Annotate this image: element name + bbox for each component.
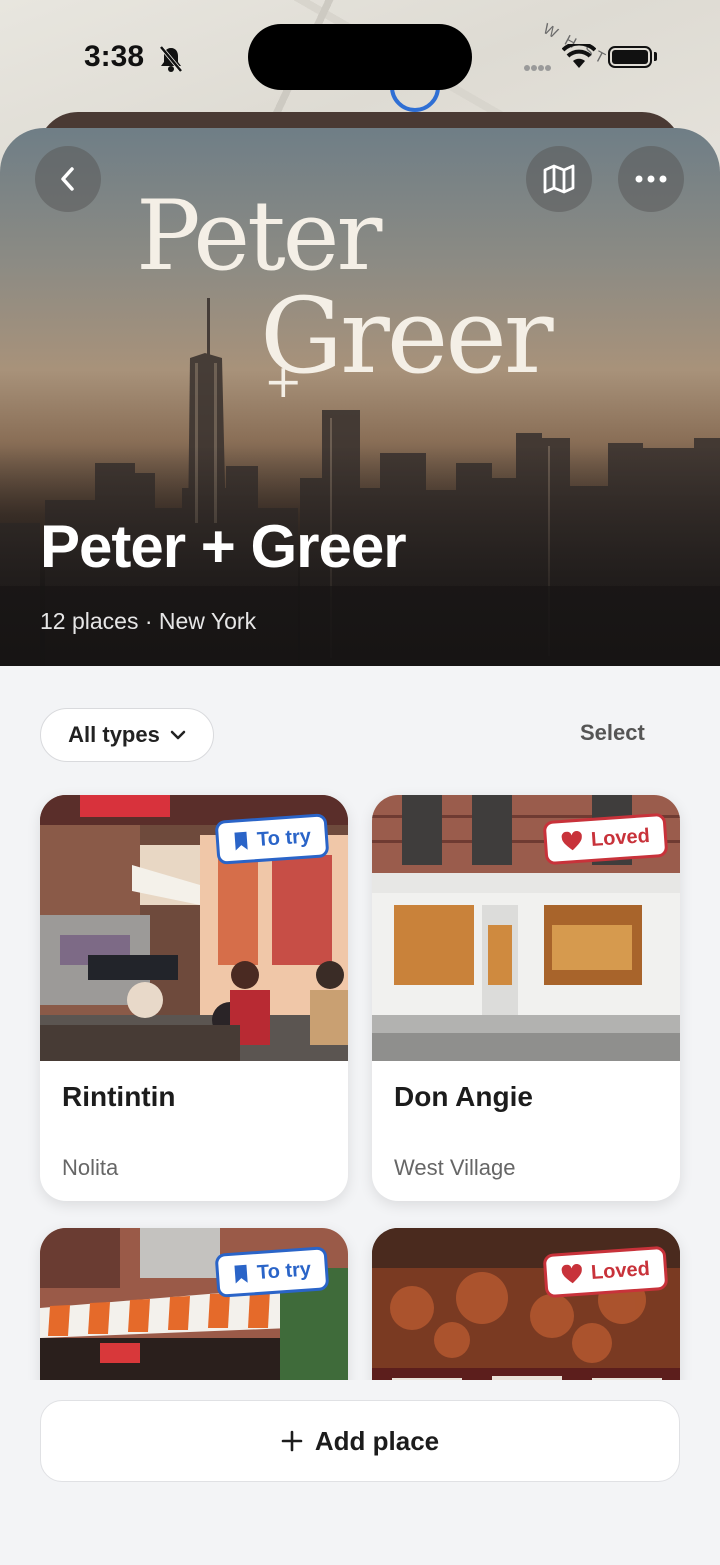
status-badge[interactable]: Loved (542, 812, 669, 866)
map-icon (543, 164, 575, 194)
cellular-signal-icon (524, 65, 551, 71)
place-name: Rintintin (62, 1081, 176, 1112)
bottom-action-bar: Add place (0, 1380, 720, 1565)
place-neighborhood: Nolita (62, 1155, 119, 1180)
cover-script-line1: Peter (136, 180, 382, 292)
status-badge[interactable]: To try (214, 1246, 330, 1298)
select-button[interactable]: Select (580, 720, 645, 746)
filter-label: All types (68, 722, 160, 747)
collection-subtitle: 12 places · New York (40, 608, 257, 634)
heart-icon (561, 830, 582, 851)
silent-bell-icon (159, 45, 183, 73)
battery-icon (608, 46, 652, 68)
map-view-button[interactable] (526, 146, 592, 212)
chevron-down-icon (170, 730, 186, 740)
place-name: Don Angie (394, 1081, 533, 1112)
cover-script-line2: Greer (260, 275, 554, 397)
bookmark-icon (234, 831, 248, 851)
back-button[interactable] (35, 146, 101, 212)
dynamic-island (248, 24, 472, 90)
add-place-label: Add place (314, 1425, 440, 1456)
badge-label: Loved (590, 824, 651, 851)
status-time: 3:38 (84, 40, 145, 73)
status-bar: 3:38 (0, 0, 720, 110)
plus-icon (281, 1430, 303, 1452)
place-card-don-angie[interactable]: Loved Don Angie West Village (372, 795, 680, 1201)
cover-script-title: Peter + Greer (136, 180, 554, 404)
wifi-icon (562, 44, 596, 68)
status-badge[interactable]: Loved (542, 1245, 669, 1299)
badge-label: To try (256, 1257, 312, 1284)
heart-icon (561, 1263, 582, 1284)
place-neighborhood: West Village (394, 1155, 516, 1180)
badge-label: To try (256, 824, 312, 851)
more-icon (635, 175, 667, 183)
place-card-rintintin[interactable]: To try Rintintin Nolita (40, 795, 348, 1201)
collection-hero: Peter + Greer (0, 128, 720, 666)
status-badge[interactable]: To try (214, 813, 330, 865)
more-options-button[interactable] (618, 146, 684, 212)
add-place-button[interactable]: Add place (40, 1400, 680, 1482)
collection-title: Peter + Greer (40, 513, 407, 580)
battery-cap (654, 52, 657, 61)
bookmark-icon (234, 1264, 248, 1284)
badge-label: Loved (590, 1257, 651, 1284)
type-filter-dropdown[interactable]: All types (40, 708, 214, 762)
back-chevron-icon (61, 167, 74, 191)
